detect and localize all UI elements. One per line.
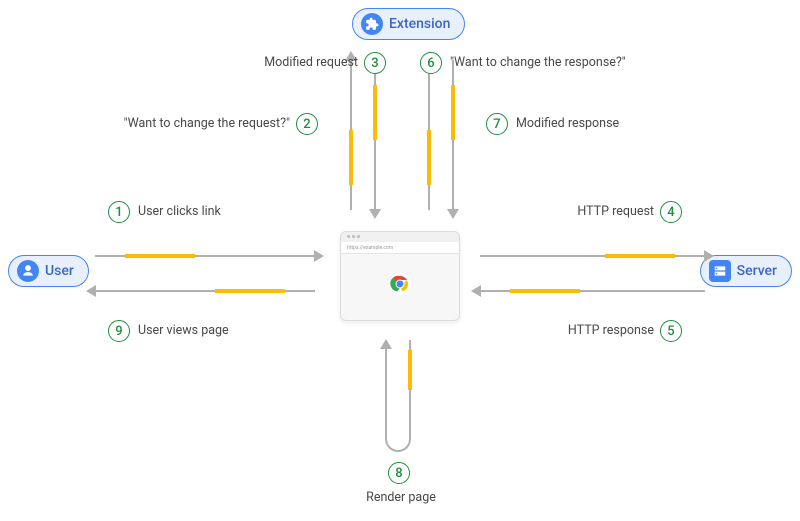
step-8-number: 8 <box>388 462 410 484</box>
browser-address: https://example.com <box>341 242 459 254</box>
arrow-head-icon <box>471 285 481 297</box>
arrow-head-icon <box>447 209 459 219</box>
step-6-number: 6 <box>420 52 442 74</box>
step-2-number: 2 <box>296 113 318 135</box>
render-uturn <box>385 438 411 452</box>
arrow-head-icon <box>314 250 324 262</box>
browser-window: https://example.com <box>340 231 460 321</box>
arrow-ext-to-browser-right <box>452 60 454 210</box>
arrow-head-icon <box>369 209 381 219</box>
step-6-label: "Want to change the response?" <box>450 55 626 70</box>
step-7-number: 7 <box>486 113 508 135</box>
node-extension: Extension <box>352 8 465 40</box>
puzzle-piece-icon <box>361 13 383 35</box>
user-icon <box>17 260 39 282</box>
step-3-number: 3 <box>364 52 386 74</box>
node-server-label: Server <box>737 263 777 279</box>
step-9-number: 9 <box>108 320 130 342</box>
arrow-browser-to-user <box>95 290 315 292</box>
node-user-label: User <box>45 263 74 279</box>
arrow-server-to-browser <box>480 290 705 292</box>
arrow-browser-to-server <box>480 255 705 257</box>
step-5-label: HTTP response <box>560 323 654 338</box>
step-1-label: User clicks link <box>138 204 221 219</box>
arrow-browser-to-ext-right <box>428 60 430 210</box>
step-2-label: "Want to change the request?" <box>100 116 290 131</box>
server-icon <box>709 260 731 282</box>
step-4-number: 4 <box>660 201 682 223</box>
arrow-browser-to-ext-left <box>350 60 352 210</box>
chrome-logo-icon <box>388 272 412 296</box>
step-8-label: Render page <box>363 490 439 505</box>
step-7-label: Modified response <box>516 116 619 131</box>
node-user: User <box>8 255 89 287</box>
arrow-head-icon <box>380 339 392 349</box>
node-extension-label: Extension <box>389 16 450 32</box>
step-1-number: 1 <box>108 201 130 223</box>
step-5-number: 5 <box>660 320 682 342</box>
step-4-label: HTTP request <box>576 204 654 219</box>
step-3-label: Modified request <box>254 55 358 70</box>
render-arrow-up <box>385 348 387 440</box>
render-arrow-down <box>409 340 411 440</box>
arrow-ext-to-browser-left <box>374 60 376 210</box>
window-controls-icon <box>347 235 360 238</box>
arrow-user-to-browser <box>95 255 315 257</box>
step-9-label: User views page <box>138 323 229 338</box>
arrow-head-icon <box>704 250 714 262</box>
arrow-head-icon <box>86 285 96 297</box>
